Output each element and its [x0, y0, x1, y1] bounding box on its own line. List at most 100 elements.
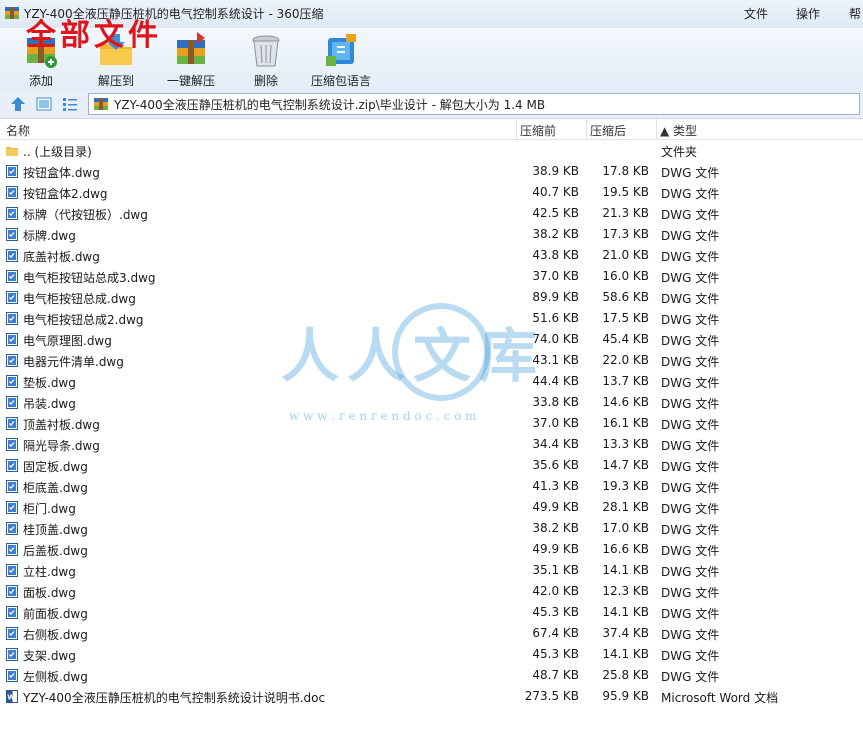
dwg-file-icon	[6, 249, 18, 262]
column-divider[interactable]	[656, 119, 657, 139]
file-row[interactable]: 按钮盒体2.dwg 40.7 KB 19.5 KB DWG 文件	[0, 182, 863, 203]
column-name[interactable]: 名称	[6, 122, 30, 139]
dwg-file-icon	[6, 522, 18, 535]
file-name: 标牌.dwg	[23, 229, 76, 243]
file-type: DWG 文件	[661, 502, 720, 516]
dwg-file-icon	[6, 312, 18, 325]
file-row[interactable]: 固定板.dwg 35.6 KB 14.7 KB DWG 文件	[0, 455, 863, 476]
file-row[interactable]: 桂顶盖.dwg 38.2 KB 17.0 KB DWG 文件	[0, 518, 863, 539]
list-view-icon[interactable]	[62, 96, 78, 112]
file-name: 左侧板.dwg	[23, 670, 88, 684]
file-row[interactable]: 电气柜按钮站总成3.dwg 37.0 KB 16.0 KB DWG 文件	[0, 266, 863, 287]
file-unpacked-size: 14.7 KB	[602, 458, 649, 472]
file-unpacked-size: 45.4 KB	[602, 332, 649, 346]
file-row[interactable]: 隔光导条.dwg 34.4 KB 13.3 KB DWG 文件	[0, 434, 863, 455]
menu-help[interactable]: 帮	[849, 5, 861, 22]
file-row[interactable]: 标牌.dwg 38.2 KB 17.3 KB DWG 文件	[0, 224, 863, 245]
file-unpacked-size: 95.9 KB	[602, 689, 649, 703]
file-row[interactable]: 电气柜按钮总成2.dwg 51.6 KB 17.5 KB DWG 文件	[0, 308, 863, 329]
file-name: 柜门.dwg	[23, 502, 76, 516]
thumbnail-view-icon[interactable]	[36, 96, 52, 112]
dwg-file-icon	[6, 417, 18, 430]
file-name: 电气柜按钮站总成3.dwg	[23, 271, 156, 285]
delete-label: 删除	[253, 74, 278, 88]
file-type: DWG 文件	[661, 439, 720, 453]
file-type: DWG 文件	[661, 670, 720, 684]
archive-language-button[interactable]: 压缩包语言	[306, 28, 376, 90]
file-row[interactable]: 底盖衬板.dwg 43.8 KB 21.0 KB DWG 文件	[0, 245, 863, 266]
file-list: .. (上级目录) 文件夹按钮盒体.dwg 38.9 KB 17.8 KB DWG 文件…	[0, 140, 863, 707]
file-unpacked-size: 21.3 KB	[602, 206, 649, 220]
file-packed-size: 40.7 KB	[532, 185, 579, 199]
column-packed[interactable]: 压缩前	[520, 122, 556, 139]
file-packed-size: 37.0 KB	[532, 416, 579, 430]
file-row[interactable]: 立柱.dwg 35.1 KB 14.1 KB DWG 文件	[0, 560, 863, 581]
one-click-extract-button[interactable]: 一键解压	[156, 28, 226, 90]
file-row[interactable]: 按钮盒体.dwg 38.9 KB 17.8 KB DWG 文件	[0, 161, 863, 182]
file-name: 电气原理图.dwg	[23, 334, 112, 348]
file-name: 标牌（代按钮板）.dwg	[23, 208, 148, 222]
file-row[interactable]: 顶盖衬板.dwg 37.0 KB 16.1 KB DWG 文件	[0, 413, 863, 434]
file-row[interactable]: 电气原理图.dwg 74.0 KB 45.4 KB DWG 文件	[0, 329, 863, 350]
file-unpacked-size: 14.6 KB	[602, 395, 649, 409]
dwg-file-icon	[6, 480, 18, 493]
dwg-file-icon	[6, 438, 18, 451]
file-row[interactable]: W YZY-400全液压静压桩机的电气控制系统设计说明书.doc 273.5 KB 9…	[0, 686, 863, 707]
address-path-field[interactable]: YZY-400全液压静压桩机的电气控制系统设计.zip\毕业设计 - 解包大小为…	[88, 93, 860, 115]
file-type: DWG 文件	[661, 460, 720, 474]
file-row[interactable]: 吊装.dwg 33.8 KB 14.6 KB DWG 文件	[0, 392, 863, 413]
svg-text:W: W	[7, 694, 15, 702]
file-type: DWG 文件	[661, 292, 720, 306]
file-type: DWG 文件	[661, 355, 720, 369]
file-row[interactable]: 右侧板.dwg 67.4 KB 37.4 KB DWG 文件	[0, 623, 863, 644]
file-row[interactable]: 左侧板.dwg 48.7 KB 25.8 KB DWG 文件	[0, 665, 863, 686]
file-name: 吊装.dwg	[23, 397, 76, 411]
file-row[interactable]: 电器元件清单.dwg 43.1 KB 22.0 KB DWG 文件	[0, 350, 863, 371]
file-type: DWG 文件	[661, 565, 720, 579]
file-name: 固定板.dwg	[23, 460, 88, 474]
file-packed-size: 49.9 KB	[532, 542, 579, 556]
file-row[interactable]: 柜底盖.dwg 41.3 KB 19.3 KB DWG 文件	[0, 476, 863, 497]
dwg-file-icon	[6, 396, 18, 409]
file-type: DWG 文件	[661, 187, 720, 201]
dwg-file-icon	[6, 291, 18, 304]
dwg-file-icon	[6, 627, 18, 640]
file-name: 支架.dwg	[23, 649, 76, 663]
file-packed-size: 89.9 KB	[532, 290, 579, 304]
file-unpacked-size: 17.8 KB	[602, 164, 649, 178]
column-divider[interactable]	[586, 119, 587, 139]
file-row[interactable]: 面板.dwg 42.0 KB 12.3 KB DWG 文件	[0, 581, 863, 602]
file-row[interactable]: 后盖板.dwg 49.9 KB 16.6 KB DWG 文件	[0, 539, 863, 560]
file-row[interactable]: 标牌（代按钮板）.dwg 42.5 KB 21.3 KB DWG 文件	[0, 203, 863, 224]
file-row[interactable]: 垫板.dwg 44.4 KB 13.7 KB DWG 文件	[0, 371, 863, 392]
file-name: 面板.dwg	[23, 586, 76, 600]
file-packed-size: 38.9 KB	[532, 164, 579, 178]
file-packed-size: 44.4 KB	[532, 374, 579, 388]
menu-operate[interactable]: 操作	[796, 5, 820, 22]
file-row[interactable]: 柜门.dwg 49.9 KB 28.1 KB DWG 文件	[0, 497, 863, 518]
file-packed-size: 37.0 KB	[532, 269, 579, 283]
file-name: 底盖衬板.dwg	[23, 250, 100, 264]
file-row[interactable]: 前面板.dwg 45.3 KB 14.1 KB DWG 文件	[0, 602, 863, 623]
file-row[interactable]: 支架.dwg 45.3 KB 14.1 KB DWG 文件	[0, 644, 863, 665]
file-row[interactable]: 电气柜按钮总成.dwg 89.9 KB 58.6 KB DWG 文件	[0, 287, 863, 308]
up-arrow-icon[interactable]	[10, 96, 26, 112]
file-packed-size: 42.5 KB	[532, 206, 579, 220]
file-row[interactable]: .. (上级目录) 文件夹	[0, 140, 863, 161]
dwg-file-icon	[6, 585, 18, 598]
file-unpacked-size: 16.1 KB	[602, 416, 649, 430]
file-name: 电器元件清单.dwg	[23, 355, 124, 369]
file-packed-size: 35.6 KB	[532, 458, 579, 472]
dwg-file-icon	[6, 270, 18, 283]
menu-file[interactable]: 文件	[744, 5, 768, 22]
column-unpacked[interactable]: 压缩后	[590, 122, 626, 139]
column-type[interactable]: ▲ 类型	[660, 122, 697, 139]
file-type: 文件夹	[661, 145, 698, 159]
file-name: 按钮盒体.dwg	[23, 166, 100, 180]
file-type: DWG 文件	[661, 313, 720, 327]
archive-app-icon	[5, 7, 19, 19]
file-name: YZY-400全液压静压桩机的电气控制系统设计说明书.doc	[23, 691, 326, 705]
file-name: 立柱.dwg	[23, 565, 76, 579]
delete-button[interactable]: 删除	[231, 28, 301, 90]
column-divider[interactable]	[516, 119, 517, 139]
